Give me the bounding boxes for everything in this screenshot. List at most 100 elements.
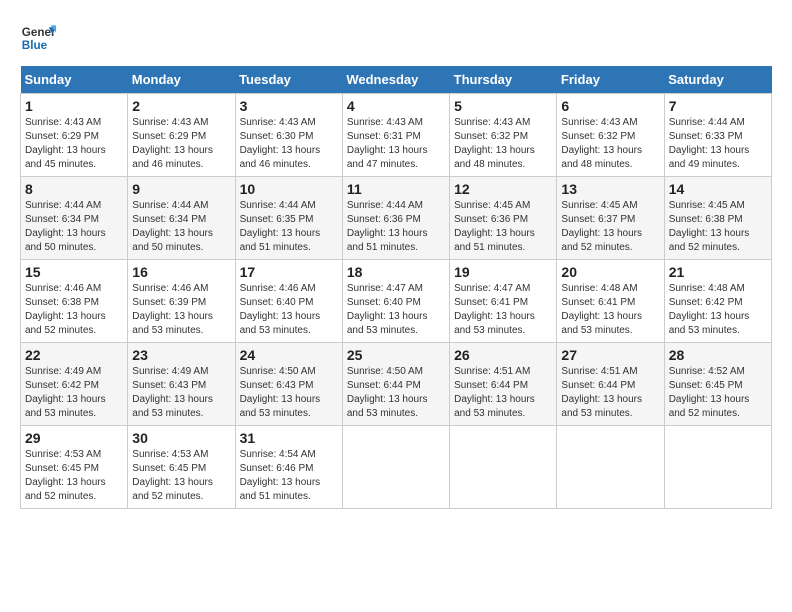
- day-number: 24: [240, 347, 338, 363]
- day-number: 18: [347, 264, 445, 280]
- calendar-day: 31 Sunrise: 4:54 AMSunset: 6:46 PMDayligh…: [235, 426, 342, 509]
- day-info: Sunrise: 4:48 AMSunset: 6:41 PMDaylight:…: [561, 282, 659, 338]
- day-number: 5: [454, 98, 552, 114]
- day-info: Sunrise: 4:47 AMSunset: 6:40 PMDaylight:…: [347, 282, 445, 338]
- header-sunday: Sunday: [21, 66, 128, 94]
- calendar-day: 10 Sunrise: 4:44 AMSunset: 6:35 PMDayligh…: [235, 177, 342, 260]
- day-info: Sunrise: 4:50 AMSunset: 6:44 PMDaylight:…: [347, 365, 445, 421]
- day-info: Sunrise: 4:51 AMSunset: 6:44 PMDaylight:…: [561, 365, 659, 421]
- empty-cell: [450, 426, 557, 509]
- header-friday: Friday: [557, 66, 664, 94]
- day-number: 1: [25, 98, 123, 114]
- calendar-day: 2 Sunrise: 4:43 AMSunset: 6:29 PMDaylight…: [128, 94, 235, 177]
- day-number: 4: [347, 98, 445, 114]
- day-number: 23: [132, 347, 230, 363]
- calendar-day: 22Sunrise: 4:49 AMSunset: 6:42 PMDayligh…: [21, 343, 128, 426]
- day-info: Sunrise: 4:52 AMSunset: 6:45 PMDaylight:…: [669, 365, 767, 421]
- header: General Blue: [20, 20, 772, 56]
- day-number: 30: [132, 430, 230, 446]
- calendar-week-row: 8 Sunrise: 4:44 AMSunset: 6:34 PMDaylight…: [21, 177, 772, 260]
- calendar-day: 26Sunrise: 4:51 AMSunset: 6:44 PMDayligh…: [450, 343, 557, 426]
- calendar-day: 4Sunrise: 4:43 AMSunset: 6:31 PMDaylight…: [342, 94, 449, 177]
- day-number: 7: [669, 98, 767, 114]
- calendar-table: SundayMondayTuesdayWednesdayThursdayFrid…: [20, 66, 772, 509]
- empty-cell: [557, 426, 664, 509]
- day-number: 17: [240, 264, 338, 280]
- calendar-week-row: 22Sunrise: 4:49 AMSunset: 6:42 PMDayligh…: [21, 343, 772, 426]
- day-info: Sunrise: 4:45 AMSunset: 6:36 PMDaylight:…: [454, 199, 552, 255]
- day-number: 16: [132, 264, 230, 280]
- header-saturday: Saturday: [664, 66, 771, 94]
- day-number: 29: [25, 430, 123, 446]
- day-number: 3: [240, 98, 338, 114]
- day-info: Sunrise: 4:46 AMSunset: 6:39 PMDaylight:…: [132, 282, 230, 338]
- day-number: 20: [561, 264, 659, 280]
- day-number: 13: [561, 181, 659, 197]
- calendar-day: 3 Sunrise: 4:43 AMSunset: 6:30 PMDaylight…: [235, 94, 342, 177]
- day-number: 19: [454, 264, 552, 280]
- calendar-day: 23 Sunrise: 4:49 AMSunset: 6:43 PMDayligh…: [128, 343, 235, 426]
- day-number: 31: [240, 430, 338, 446]
- day-number: 8: [25, 181, 123, 197]
- calendar-day: 28 Sunrise: 4:52 AMSunset: 6:45 PMDayligh…: [664, 343, 771, 426]
- calendar-day: 20 Sunrise: 4:48 AMSunset: 6:41 PMDayligh…: [557, 260, 664, 343]
- calendar-day: 5 Sunrise: 4:43 AMSunset: 6:32 PMDaylight…: [450, 94, 557, 177]
- day-info: Sunrise: 4:49 AMSunset: 6:43 PMDaylight:…: [132, 365, 230, 421]
- day-info: Sunrise: 4:53 AMSunset: 6:45 PMDaylight:…: [132, 448, 230, 504]
- svg-text:Blue: Blue: [22, 39, 48, 52]
- day-number: 12: [454, 181, 552, 197]
- header-wednesday: Wednesday: [342, 66, 449, 94]
- day-number: 11: [347, 181, 445, 197]
- day-info: Sunrise: 4:43 AMSunset: 6:29 PMDaylight:…: [132, 116, 230, 172]
- day-number: 9: [132, 181, 230, 197]
- calendar-day: 30 Sunrise: 4:53 AMSunset: 6:45 PMDayligh…: [128, 426, 235, 509]
- calendar-day: 15 Sunrise: 4:46 AMSunset: 6:38 PMDayligh…: [21, 260, 128, 343]
- day-number: 28: [669, 347, 767, 363]
- day-info: Sunrise: 4:45 AMSunset: 6:37 PMDaylight:…: [561, 199, 659, 255]
- day-info: Sunrise: 4:50 AMSunset: 6:43 PMDaylight:…: [240, 365, 338, 421]
- day-info: Sunrise: 4:43 AMSunset: 6:29 PMDaylight:…: [25, 116, 123, 172]
- day-info: Sunrise: 4:49 AMSunset: 6:42 PMDaylight:…: [25, 365, 123, 421]
- day-info: Sunrise: 4:43 AMSunset: 6:32 PMDaylight:…: [454, 116, 552, 172]
- calendar-day: 16 Sunrise: 4:46 AMSunset: 6:39 PMDayligh…: [128, 260, 235, 343]
- day-number: 25: [347, 347, 445, 363]
- calendar-day: 17 Sunrise: 4:46 AMSunset: 6:40 PMDayligh…: [235, 260, 342, 343]
- empty-cell: [664, 426, 771, 509]
- day-number: 21: [669, 264, 767, 280]
- day-info: Sunrise: 4:47 AMSunset: 6:41 PMDaylight:…: [454, 282, 552, 338]
- calendar-week-row: 1 Sunrise: 4:43 AMSunset: 6:29 PMDaylight…: [21, 94, 772, 177]
- day-info: Sunrise: 4:51 AMSunset: 6:44 PMDaylight:…: [454, 365, 552, 421]
- calendar-day: 25 Sunrise: 4:50 AMSunset: 6:44 PMDayligh…: [342, 343, 449, 426]
- calendar-day: 14 Sunrise: 4:45 AMSunset: 6:38 PMDayligh…: [664, 177, 771, 260]
- calendar-day: 29 Sunrise: 4:53 AMSunset: 6:45 PMDayligh…: [21, 426, 128, 509]
- calendar-day: 1 Sunrise: 4:43 AMSunset: 6:29 PMDaylight…: [21, 94, 128, 177]
- day-number: 27: [561, 347, 659, 363]
- day-number: 14: [669, 181, 767, 197]
- day-info: Sunrise: 4:53 AMSunset: 6:45 PMDaylight:…: [25, 448, 123, 504]
- calendar-day: 8Sunrise: 4:44 AMSunset: 6:34 PMDaylight…: [21, 177, 128, 260]
- calendar-day: 18 Sunrise: 4:47 AMSunset: 6:40 PMDayligh…: [342, 260, 449, 343]
- calendar-week-row: 29 Sunrise: 4:53 AMSunset: 6:45 PMDayligh…: [21, 426, 772, 509]
- calendar-week-row: 15 Sunrise: 4:46 AMSunset: 6:38 PMDayligh…: [21, 260, 772, 343]
- day-info: Sunrise: 4:44 AMSunset: 6:34 PMDaylight:…: [132, 199, 230, 255]
- day-number: 2: [132, 98, 230, 114]
- calendar-day: 7Sunrise: 4:44 AMSunset: 6:33 PMDaylight…: [664, 94, 771, 177]
- day-info: Sunrise: 4:46 AMSunset: 6:38 PMDaylight:…: [25, 282, 123, 338]
- day-info: Sunrise: 4:43 AMSunset: 6:30 PMDaylight:…: [240, 116, 338, 172]
- logo: General Blue: [20, 20, 56, 56]
- day-info: Sunrise: 4:45 AMSunset: 6:38 PMDaylight:…: [669, 199, 767, 255]
- day-info: Sunrise: 4:43 AMSunset: 6:32 PMDaylight:…: [561, 116, 659, 172]
- day-number: 15: [25, 264, 123, 280]
- empty-cell: [342, 426, 449, 509]
- calendar-day: 11 Sunrise: 4:44 AMSunset: 6:36 PMDayligh…: [342, 177, 449, 260]
- calendar-header-row: SundayMondayTuesdayWednesdayThursdayFrid…: [21, 66, 772, 94]
- day-info: Sunrise: 4:44 AMSunset: 6:35 PMDaylight:…: [240, 199, 338, 255]
- day-info: Sunrise: 4:54 AMSunset: 6:46 PMDaylight:…: [240, 448, 338, 504]
- header-tuesday: Tuesday: [235, 66, 342, 94]
- day-info: Sunrise: 4:46 AMSunset: 6:40 PMDaylight:…: [240, 282, 338, 338]
- day-info: Sunrise: 4:44 AMSunset: 6:36 PMDaylight:…: [347, 199, 445, 255]
- day-number: 10: [240, 181, 338, 197]
- calendar-day: 9 Sunrise: 4:44 AMSunset: 6:34 PMDaylight…: [128, 177, 235, 260]
- calendar-day: 24 Sunrise: 4:50 AMSunset: 6:43 PMDayligh…: [235, 343, 342, 426]
- calendar-day: 21Sunrise: 4:48 AMSunset: 6:42 PMDayligh…: [664, 260, 771, 343]
